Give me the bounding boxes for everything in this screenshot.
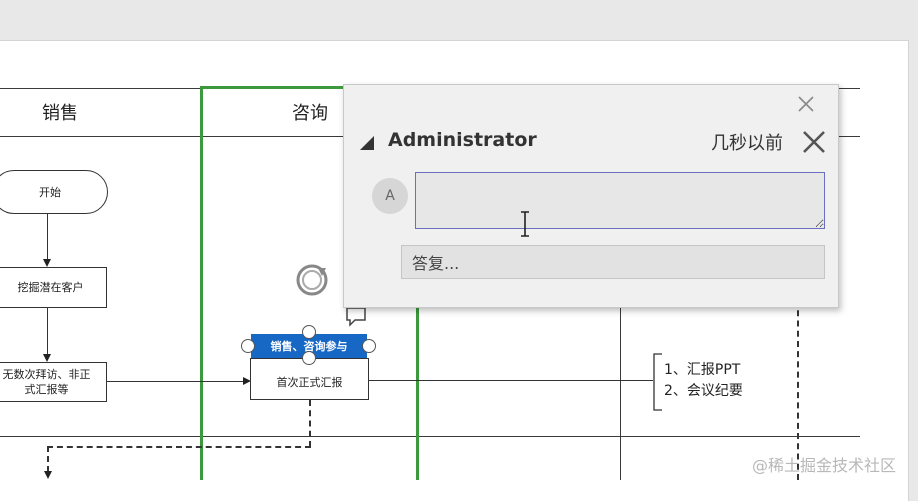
comment-icon[interactable] (345, 306, 369, 328)
arrow-head (43, 354, 51, 362)
connector (47, 214, 48, 260)
resize-handle[interactable] (241, 339, 255, 353)
lane-row-border (0, 436, 860, 437)
dashed-connector (47, 446, 311, 448)
lane-title-sales: 销售 (42, 103, 78, 124)
reply-input[interactable]: 答复... (401, 245, 825, 279)
start-terminator[interactable]: 开始 (0, 170, 108, 214)
watermark: @稀土掘金技术社区 (752, 456, 897, 475)
selected-lane-top-border (200, 86, 346, 89)
annotation-bracket (653, 353, 662, 411)
connector (369, 380, 653, 381)
resize-handle[interactable] (302, 351, 316, 365)
lane-title-consult: 咨询 (292, 103, 328, 124)
collapse-triangle-icon[interactable] (359, 135, 375, 151)
find-customer-box[interactable]: 挖掘潜在客户 (0, 267, 107, 308)
arrow-head (43, 259, 51, 267)
annotation-line-2: 2、会议纪要 (664, 383, 743, 399)
resize-handle[interactable] (302, 325, 316, 339)
comment-author: Administrator (388, 129, 537, 151)
dashed-connector (309, 400, 311, 447)
resize-handle[interactable] (362, 339, 376, 353)
comment-panel: Administrator 几秒以前 A 答复... (343, 84, 839, 308)
close-icon[interactable] (796, 94, 816, 114)
lane-separator (620, 300, 621, 480)
dashed-connector (47, 446, 49, 472)
annotation-line-1: 1、汇报PPT (664, 362, 741, 378)
text-cursor-icon (521, 211, 529, 237)
arrow-head (44, 471, 52, 479)
delete-comment-icon[interactable] (801, 129, 827, 155)
comment-time: 几秒以前 (711, 133, 783, 154)
selected-lane-right-border (416, 300, 419, 480)
rotate-icon[interactable] (292, 260, 332, 300)
avatar: A (372, 178, 408, 214)
visits-box[interactable]: 无数次拜访、非正式汇报等 (0, 362, 107, 402)
selected-lane-left-border (200, 86, 203, 480)
connector (107, 381, 244, 382)
connector (47, 308, 48, 355)
comment-input[interactable] (415, 172, 825, 229)
